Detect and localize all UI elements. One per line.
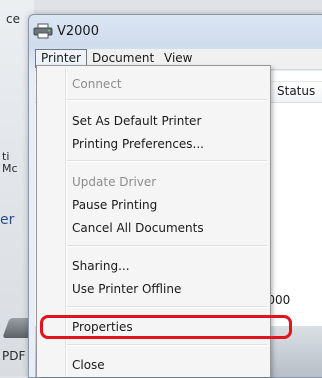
title-bar[interactable]: V2000 [29,15,322,45]
background-device-label: PDF [2,349,26,363]
menu-item-pause-printing[interactable]: Pause Printing [72,198,157,212]
menu-item-sharing[interactable]: Sharing... [72,259,130,273]
menu-item-printing-preferences[interactable]: Printing Preferences... [72,137,204,151]
window-title: V2000 [57,24,99,39]
menu-separator [67,245,267,247]
properties-highlight-box [40,315,292,339]
menu-separator [67,99,267,101]
printer-menu-dropdown: Connect Set As Default Printer Printing … [36,65,292,377]
menu-separator [67,160,267,162]
menu-item-close[interactable]: Close [72,358,105,372]
background-text-fragment: Mc [2,162,18,175]
menu-separator [67,344,267,346]
menu-separator [67,306,267,308]
menu-item-cancel-all-documents[interactable]: Cancel All Documents [72,221,204,235]
column-header-status[interactable]: Status [277,84,315,98]
background-text-fragment: er [0,212,15,228]
printer-icon [33,23,53,39]
menu-item-use-printer-offline[interactable]: Use Printer Offline [72,282,181,296]
menu-item-connect: Connect [72,77,122,91]
menu-item-set-default-printer[interactable]: Set As Default Printer [72,114,201,128]
background-text-fragment: ce [6,12,20,26]
menu-item-update-driver: Update Driver [72,175,157,189]
